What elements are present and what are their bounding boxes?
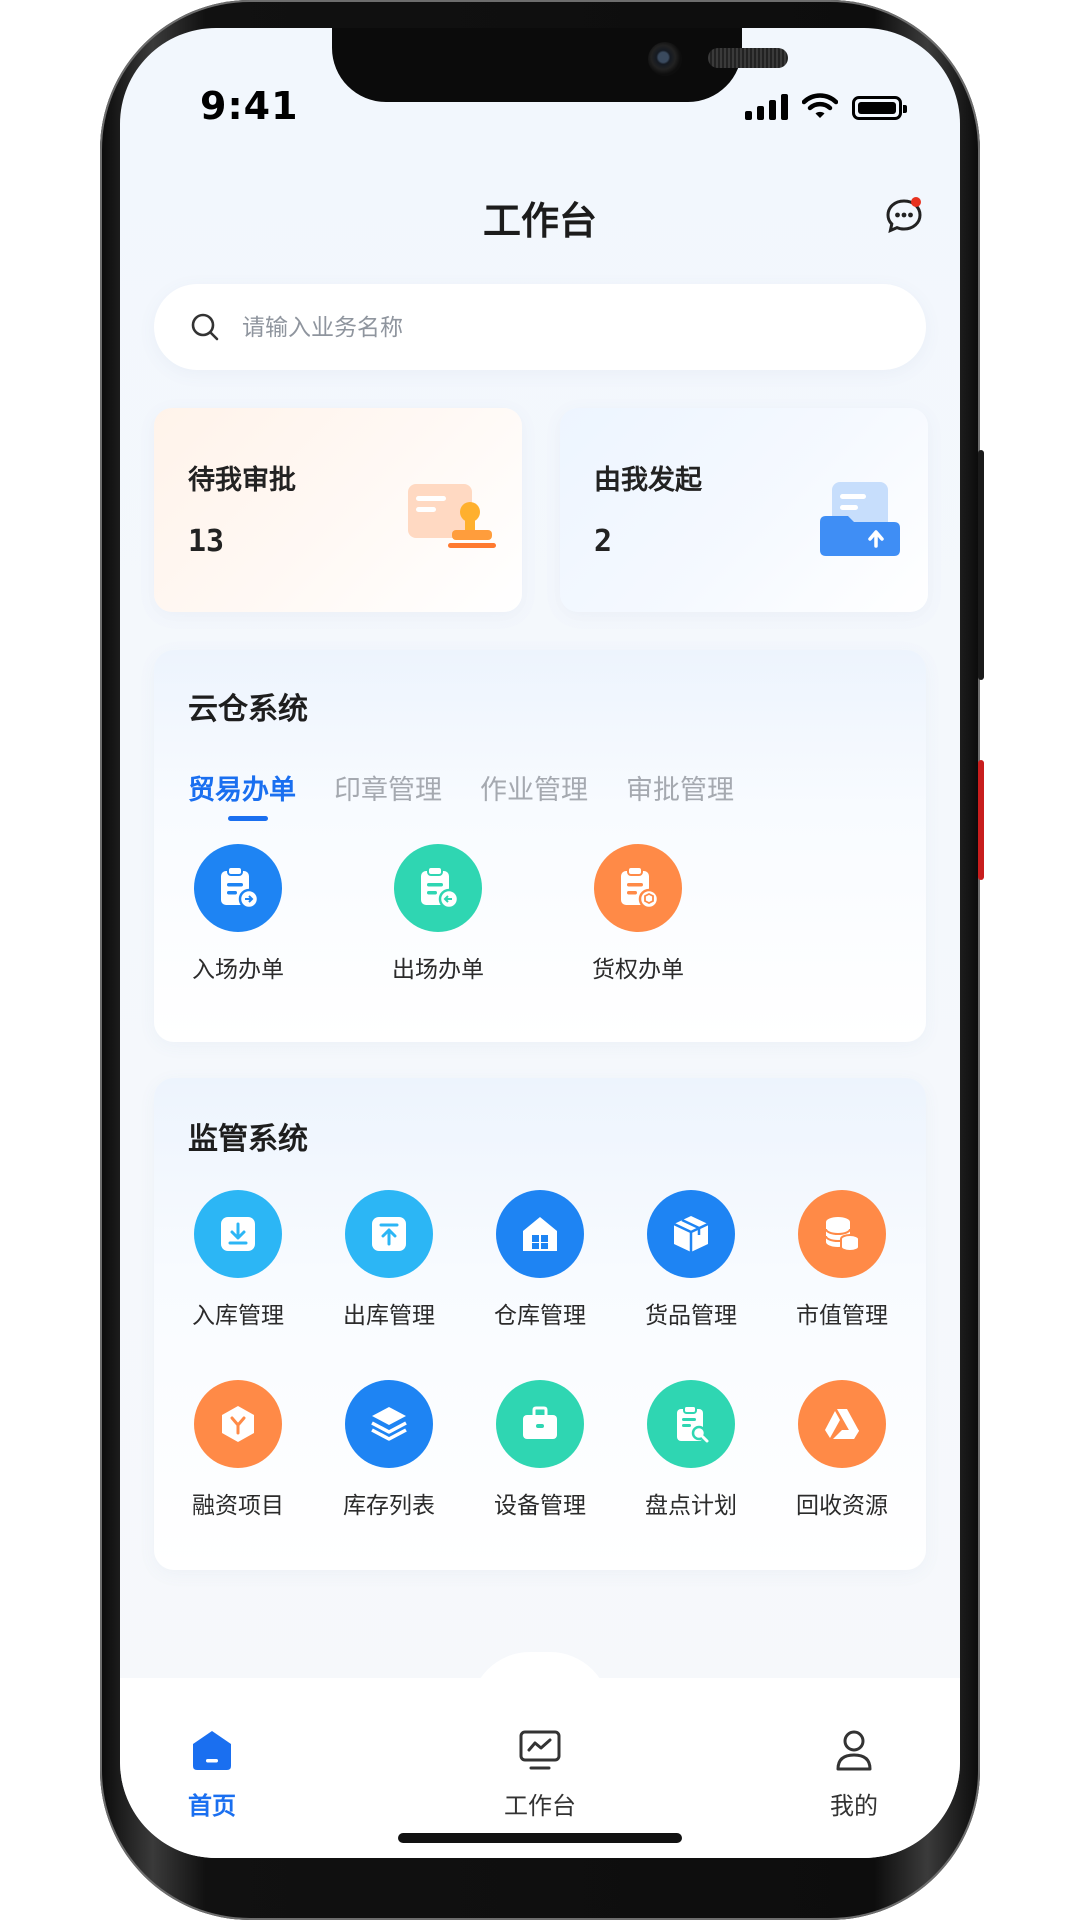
cloud-warehouse-panel: 云仓系统 贸易办单 印章管理 作业管理 审批管理 入场办单 出场办单 货权办单 xyxy=(154,650,926,1042)
nav-label: 工作台 xyxy=(504,1792,576,1820)
item-label: 出场办单 xyxy=(392,957,484,983)
tab-trade-orders[interactable]: 贸易办单 xyxy=(188,768,296,821)
page-title: 工作台 xyxy=(482,199,597,243)
tab-seal-management[interactable]: 印章管理 xyxy=(334,768,442,807)
nav-home[interactable]: 首页 xyxy=(142,1728,282,1821)
nav-me[interactable]: 我的 xyxy=(784,1728,924,1821)
phone-side-button xyxy=(978,450,984,680)
item-label: 入场办单 xyxy=(192,957,284,983)
inventory-check-icon xyxy=(647,1380,735,1468)
recycle-icon xyxy=(798,1380,886,1468)
warehouse-management-item[interactable]: 仓库管理 xyxy=(465,1190,615,1330)
nav-label: 我的 xyxy=(830,1792,878,1820)
tab-operation-management[interactable]: 作业管理 xyxy=(480,768,588,807)
home-icon xyxy=(193,1731,231,1770)
item-label: 出库管理 xyxy=(343,1303,435,1329)
home-indicator xyxy=(398,1833,682,1843)
financing-project-item[interactable]: 融资项目 xyxy=(163,1380,313,1520)
entry-order-item[interactable]: 入场办单 xyxy=(163,844,313,984)
message-icon[interactable] xyxy=(884,196,924,236)
tab-approval-management[interactable]: 审批管理 xyxy=(626,768,734,807)
card-count: 13 xyxy=(188,524,225,559)
inventory-list-item[interactable]: 库存列表 xyxy=(314,1380,464,1520)
section-title: 监管系统 xyxy=(188,1122,308,1157)
coins-icon xyxy=(798,1190,886,1278)
clipboard-goods-icon xyxy=(594,844,682,932)
search-icon xyxy=(191,313,219,341)
card-count: 2 xyxy=(594,524,613,559)
item-label: 市值管理 xyxy=(796,1303,888,1329)
workbench-icon xyxy=(519,1730,561,1770)
cloud-warehouse-tabs: 贸易办单 印章管理 作业管理 审批管理 xyxy=(188,768,734,821)
item-label: 货权办单 xyxy=(592,957,684,983)
finance-icon xyxy=(194,1380,282,1468)
user-icon xyxy=(836,1730,872,1771)
approval-stamp-icon xyxy=(408,484,496,548)
goods-title-order-item[interactable]: 货权办单 xyxy=(563,844,713,984)
market-value-management-item[interactable]: 市值管理 xyxy=(767,1190,917,1330)
supervision-panel: 监管系统 入库管理 出库管理 仓库管理 货品管理 市值管理 融资项目 库存列表 … xyxy=(154,1078,926,1570)
stocktake-plan-item[interactable]: 盘点计划 xyxy=(616,1380,766,1520)
exit-order-item[interactable]: 出场办单 xyxy=(363,844,513,984)
inbound-management-item[interactable]: 入库管理 xyxy=(163,1190,313,1330)
item-label: 回收资源 xyxy=(796,1493,888,1519)
layers-icon xyxy=(345,1380,433,1468)
package-icon xyxy=(647,1190,735,1278)
notch xyxy=(332,28,788,102)
screen: 9:41 工作台 待我审批 13 xyxy=(120,28,960,1858)
section-title: 云仓系统 xyxy=(188,692,308,727)
status-time: 9:41 xyxy=(200,84,299,128)
card-title: 待我审批 xyxy=(188,465,296,496)
phone-side-button-red xyxy=(978,760,984,880)
goods-management-item[interactable]: 货品管理 xyxy=(616,1190,766,1330)
card-title: 由我发起 xyxy=(594,465,702,496)
unread-badge xyxy=(911,197,921,207)
outbound-management-item[interactable]: 出库管理 xyxy=(314,1190,464,1330)
item-label: 盘点计划 xyxy=(645,1493,737,1519)
speaker-grille xyxy=(708,48,788,68)
item-label: 库存列表 xyxy=(343,1493,435,1519)
nav-workbench[interactable]: 工作台 xyxy=(470,1728,610,1821)
upload-folder-icon xyxy=(820,482,900,556)
battery-icon xyxy=(852,96,907,120)
initiated-by-me-card[interactable]: 由我发起 2 xyxy=(560,408,928,612)
pending-approval-card[interactable]: 待我审批 13 xyxy=(154,408,522,612)
clipboard-exit-icon xyxy=(394,844,482,932)
camera-icon xyxy=(648,42,682,76)
status-icons xyxy=(745,92,907,120)
outbound-icon xyxy=(345,1190,433,1278)
search-bar[interactable] xyxy=(154,284,926,372)
signal-icon xyxy=(745,92,788,120)
item-label: 融资项目 xyxy=(192,1493,284,1519)
warehouse-icon xyxy=(496,1190,584,1278)
item-label: 设备管理 xyxy=(494,1493,586,1519)
wifi-icon xyxy=(802,93,838,118)
item-label: 仓库管理 xyxy=(494,1303,586,1329)
clipboard-entry-icon xyxy=(194,844,282,932)
nav-label: 首页 xyxy=(188,1792,236,1820)
equipment-management-item[interactable]: 设备管理 xyxy=(465,1380,615,1520)
toolbox-icon xyxy=(496,1380,584,1468)
recycle-resources-item[interactable]: 回收资源 xyxy=(767,1380,917,1520)
inbound-icon xyxy=(194,1190,282,1278)
item-label: 入库管理 xyxy=(192,1303,284,1329)
item-label: 货品管理 xyxy=(645,1303,737,1329)
search-input[interactable] xyxy=(240,284,884,372)
